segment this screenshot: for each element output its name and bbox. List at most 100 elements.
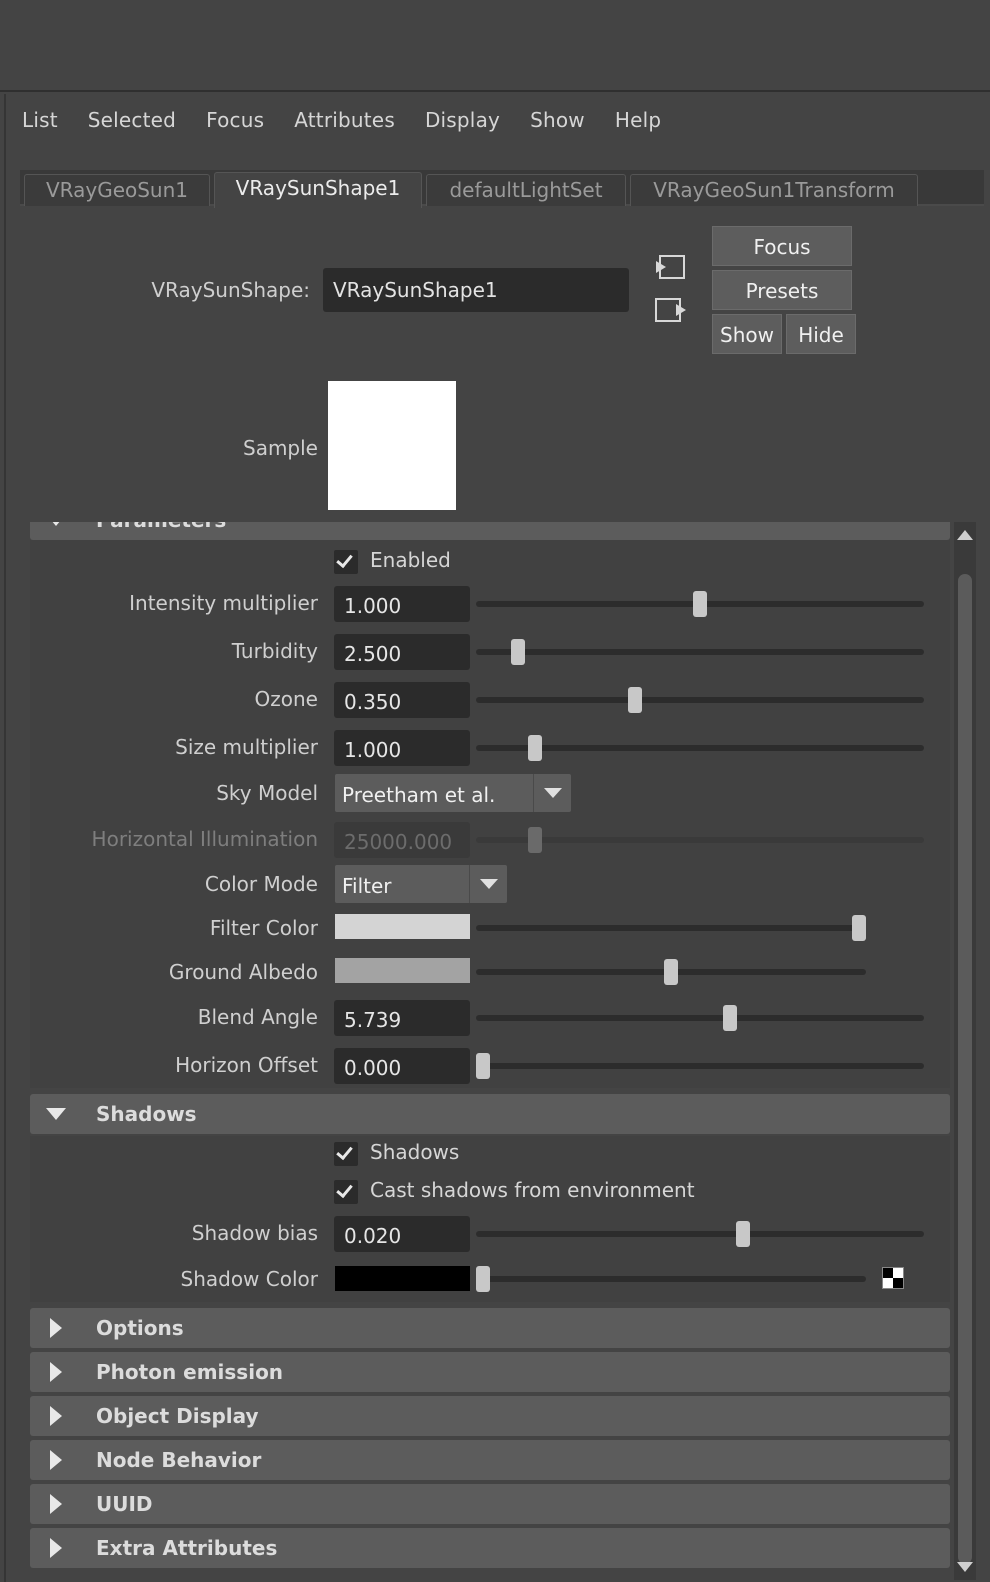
check-icon [336,550,353,569]
ozone-field[interactable]: 0.350 [334,682,470,718]
section-header-shadows[interactable]: Shadows [30,1094,950,1134]
color-mode-value: Filter [342,874,392,898]
ozone-slider[interactable] [476,697,924,703]
expand-triangle-icon [50,1494,62,1514]
scroll-up-icon[interactable] [957,530,973,540]
blend-angle-slider-handle[interactable] [723,1005,738,1031]
shadow-bias-slider[interactable] [476,1231,924,1237]
check-icon [336,1142,353,1161]
section-header-uuid[interactable]: UUID [30,1484,950,1524]
section-header-extra-attributes[interactable]: Extra Attributes [30,1528,950,1568]
node-name-field[interactable]: VRaySunShape1 [323,268,629,312]
menu-display[interactable]: Display [425,104,500,136]
section-body-parameters: Enabled Intensity multiplier 1.000 Turbi… [30,540,950,1088]
color-mode-dropdown[interactable]: Filter [335,865,507,903]
shadow-color-slider-handle[interactable] [476,1266,490,1292]
texture-map-icon[interactable] [882,1267,904,1289]
sample-swatch [328,381,456,510]
horizontal-illumination-field: 25000.000 [334,822,470,858]
vertical-scrollbar[interactable] [954,522,976,1580]
expand-triangle-icon [50,1450,62,1470]
enabled-label: Enabled [370,548,451,572]
window-titlebar [0,0,990,92]
menu-attributes[interactable]: Attributes [294,104,395,136]
menu-list[interactable]: List [22,104,58,136]
blend-angle-field[interactable]: 5.739 [334,1000,470,1036]
section-header-object-display[interactable]: Object Display [30,1396,950,1436]
tab-vraygeosun1transform[interactable]: VRayGeoSun1Transform [630,174,918,206]
intensity-label: Intensity multiplier [129,591,318,615]
shadow-color-label: Shadow Color [180,1267,319,1291]
cast-env-shadows-checkbox[interactable] [334,1180,358,1204]
input-connections-icon[interactable] [654,252,688,282]
node-tabbar: VRayGeoSun1 VRaySunShape1 defaultLightSe… [20,170,984,208]
shadow-bias-slider-handle[interactable] [736,1221,751,1247]
size-multiplier-slider[interactable] [476,745,924,751]
filter-color-label: Filter Color [209,916,318,940]
shadow-bias-field[interactable]: 0.020 [334,1216,470,1252]
scrollbar-thumb[interactable] [958,574,972,1564]
menu-selected[interactable]: Selected [88,104,176,136]
presets-button[interactable]: Presets [712,270,852,310]
focus-button[interactable]: Focus [712,226,852,266]
horizon-offset-slider-handle[interactable] [476,1053,490,1079]
filter-color-swatch[interactable] [335,914,470,939]
size-multiplier-field[interactable]: 1.000 [334,730,470,766]
output-connections-icon[interactable] [654,295,688,325]
hide-button[interactable]: Hide [786,314,856,354]
filter-color-slider[interactable] [476,925,866,931]
ground-albedo-label: Ground Albedo [168,960,318,984]
section-header-node-behavior[interactable]: Node Behavior [30,1440,950,1480]
horizon-offset-field[interactable]: 0.000 [334,1048,470,1084]
horizontal-illumination-slider [476,837,924,843]
shadows-checkbox[interactable] [334,1142,358,1166]
section-header-photon-emission[interactable]: Photon emission [30,1352,950,1392]
ground-albedo-slider-handle[interactable] [664,959,678,985]
sample-label: Sample [243,436,318,460]
horizon-offset-slider[interactable] [476,1063,924,1069]
horizontal-illumination-label: Horizontal Illumination [91,827,318,851]
turbidity-label: Turbidity [231,639,318,663]
menu-help[interactable]: Help [615,104,661,136]
tab-vraygeosun1[interactable]: VRayGeoSun1 [24,174,210,206]
ground-albedo-swatch[interactable] [335,958,470,983]
enabled-checkbox[interactable] [334,550,358,574]
shadow-color-swatch[interactable] [335,1266,470,1291]
menu-show[interactable]: Show [530,104,585,136]
turbidity-slider[interactable] [476,649,924,655]
turbidity-field[interactable]: 2.500 [334,634,470,670]
turbidity-slider-handle[interactable] [510,639,525,665]
show-button[interactable]: Show [712,314,782,354]
horizontal-illumination-slider-handle [528,827,543,853]
tab-defaultlightset[interactable]: defaultLightSet [426,174,626,206]
scroll-down-icon[interactable] [957,1562,973,1572]
shadows-label: Shadows [370,1140,460,1164]
expand-triangle-icon [50,1406,62,1426]
section-body-shadows: Shadows Cast shadows from environment Sh… [30,1136,950,1302]
sky-model-dropdown[interactable]: Preetham et al. [335,774,571,812]
intensity-slider-handle[interactable] [693,591,707,617]
menu-focus[interactable]: Focus [206,104,264,136]
ozone-slider-handle[interactable] [627,687,642,713]
intensity-field[interactable]: 1.000 [334,586,470,622]
size-multiplier-slider-handle[interactable] [528,735,543,761]
filter-color-slider-handle[interactable] [852,915,866,941]
shadow-color-slider[interactable] [476,1276,866,1282]
blend-angle-slider[interactable] [476,1015,924,1021]
section-title: Options [96,1316,184,1340]
sky-model-value: Preetham et al. [342,783,496,807]
chevron-down-icon [469,865,507,903]
tab-vraysunshape1[interactable]: VRaySunShape1 [214,172,422,208]
blend-angle-label: Blend Angle [197,1005,318,1029]
color-mode-label: Color Mode [204,872,318,896]
expand-triangle-icon [50,1362,62,1382]
check-icon [336,1180,353,1199]
section-header-parameters[interactable]: Parameters [30,522,950,540]
menubar: List Selected Focus Attributes Display S… [22,104,691,136]
chevron-down-icon [533,774,571,812]
size-multiplier-label: Size multiplier [175,735,318,759]
section-title: Object Display [96,1404,259,1428]
attribute-scroll-area[interactable]: Parameters Enabled Intensity multiplier … [30,522,950,1580]
sky-model-label: Sky Model [216,781,318,805]
section-header-options[interactable]: Options [30,1308,950,1348]
